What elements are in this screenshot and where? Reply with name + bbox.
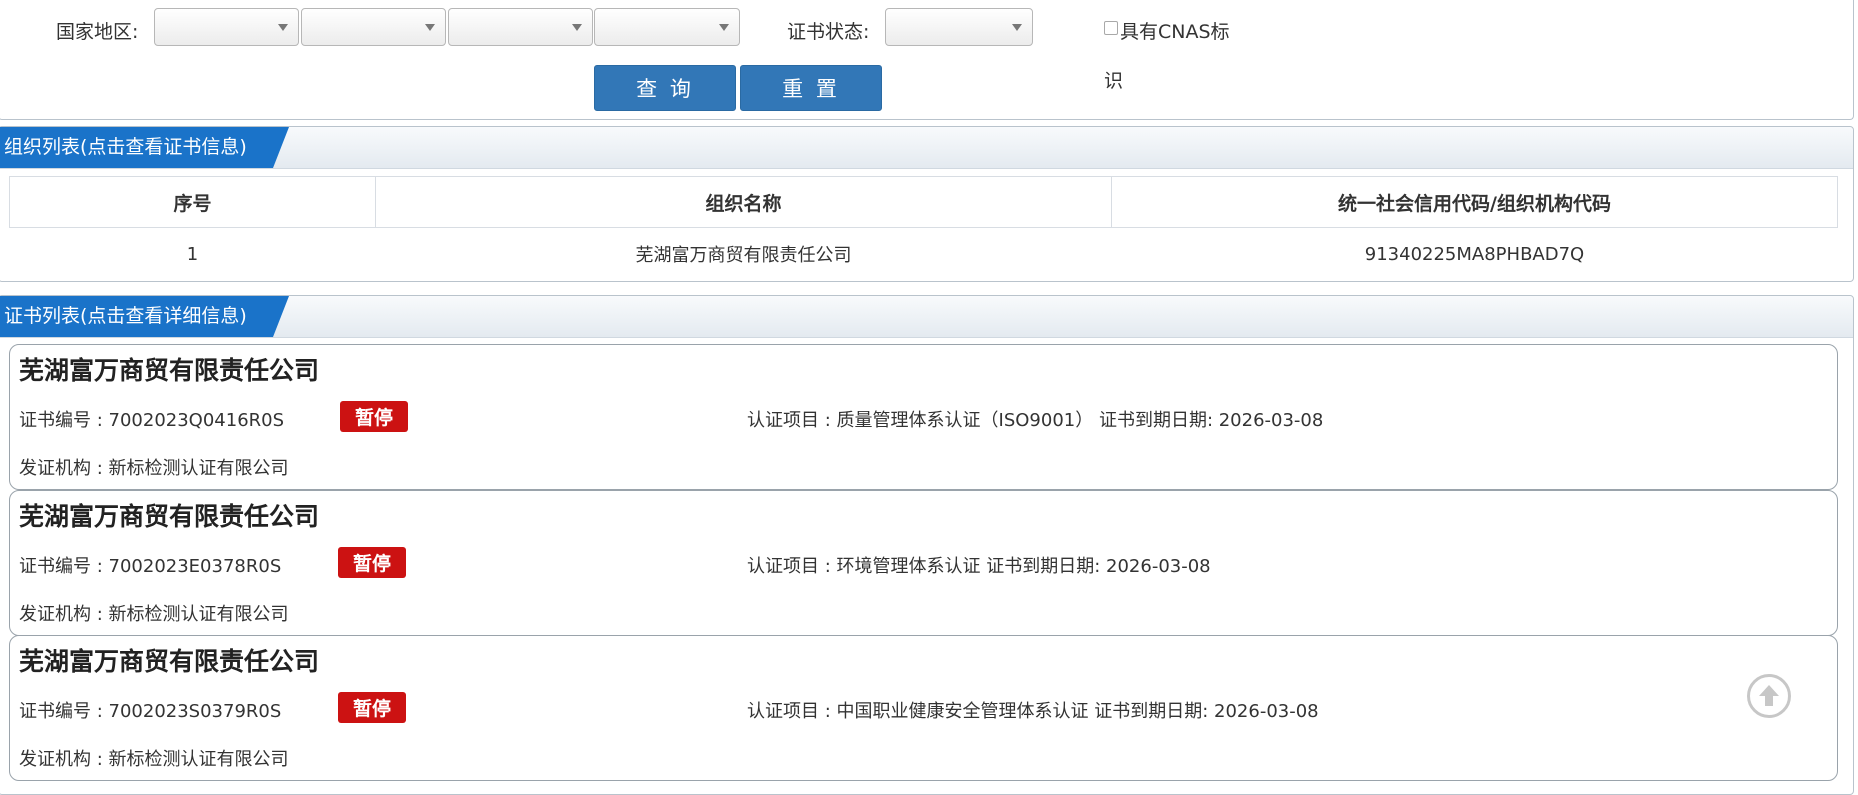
cert-issuer: 发证机构 : 新标检测认证有限公司 [19, 749, 289, 770]
query-button[interactable]: 查 询 [594, 65, 736, 111]
cnas-checkbox[interactable] [1104, 21, 1118, 35]
status-badge: 暂停 [338, 547, 406, 578]
org-list-header: 组织列表(点击查看证书信息) [0, 127, 1853, 169]
cert-project: 认证项目 : 质量管理体系认证（ISO9001） 证书到期日期: 2026-03… [747, 410, 1324, 431]
cert-card[interactable]: 芜湖富万商贸有限责任公司 证书编号 : 7002023Q0416R0S 暂停 认… [9, 344, 1838, 490]
table-row[interactable]: 1 芜湖富万商贸有限责任公司 91340225MA8PHBAD7Q [10, 228, 1838, 281]
cert-status-select[interactable] [885, 8, 1033, 46]
cert-issuer: 发证机构 : 新标检测认证有限公司 [19, 604, 289, 625]
reset-button[interactable]: 重 置 [740, 65, 882, 111]
region-label: 国家地区: [56, 21, 139, 43]
chevron-down-icon [1012, 24, 1022, 31]
cert-number: 证书编号 : 7002023S0379R0S [19, 701, 282, 722]
cert-company: 芜湖富万商贸有限责任公司 [19, 356, 320, 385]
status-label: 证书状态: [787, 21, 870, 43]
col-credit-code: 统一社会信用代码/组织机构代码 [1111, 176, 1838, 228]
cert-project: 认证项目 : 环境管理体系认证 证书到期日期: 2026-03-08 [747, 556, 1211, 577]
row-index: 1 [186, 243, 199, 265]
cnas-label: 具有CNAS标 [1120, 21, 1230, 43]
cert-project: 认证项目 : 中国职业健康安全管理体系认证 证书到期日期: 2026-03-08 [747, 701, 1319, 722]
cert-number: 证书编号 : 7002023E0378R0S [19, 556, 282, 577]
chevron-down-icon [278, 24, 288, 31]
org-table: 序号 组织名称 统一社会信用代码/组织机构代码 1 芜湖富万商贸有限责任公司 9… [9, 176, 1838, 280]
status-badge: 暂停 [338, 692, 406, 723]
chevron-down-icon [719, 24, 729, 31]
col-index: 序号 [9, 176, 376, 228]
cert-company: 芜湖富万商贸有限责任公司 [19, 502, 320, 531]
cert-company: 芜湖富万商贸有限责任公司 [19, 647, 320, 676]
cert-list-title: 证书列表(点击查看详细信息) [4, 305, 247, 327]
chevron-down-icon [425, 24, 435, 31]
col-org-name: 组织名称 [375, 176, 1112, 228]
cnas-label-wrap: 识 [1104, 70, 1124, 92]
cert-card[interactable]: 芜湖富万商贸有限责任公司 证书编号 : 7002023S0379R0S 暂停 认… [9, 635, 1838, 781]
arrow-up-circle-icon [1759, 685, 1779, 706]
back-to-top-button[interactable] [1747, 674, 1791, 718]
district-select[interactable] [594, 8, 740, 46]
city-select[interactable] [448, 8, 593, 46]
country-select[interactable] [154, 8, 299, 46]
cert-list-header: 证书列表(点击查看详细信息) [0, 296, 1853, 338]
cert-card[interactable]: 芜湖富万商贸有限责任公司 证书编号 : 7002023E0378R0S 暂停 认… [9, 490, 1838, 636]
province-select[interactable] [301, 8, 446, 46]
row-credit-code: 91340225MA8PHBAD7Q [1364, 243, 1585, 265]
org-list-title: 组织列表(点击查看证书信息) [4, 136, 247, 158]
chevron-down-icon [572, 24, 582, 31]
cert-issuer: 发证机构 : 新标检测认证有限公司 [19, 458, 289, 479]
row-org-name[interactable]: 芜湖富万商贸有限责任公司 [376, 228, 1112, 281]
status-badge: 暂停 [340, 401, 408, 432]
cert-number: 证书编号 : 7002023Q0416R0S [19, 410, 285, 431]
